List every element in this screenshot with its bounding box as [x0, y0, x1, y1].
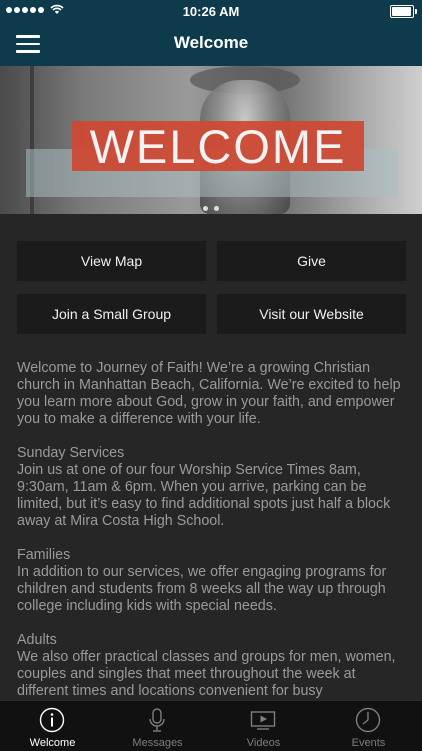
small-group-button[interactable]: Join a Small Group — [17, 294, 206, 334]
section-body: In addition to our services, we offer en… — [17, 564, 387, 614]
info-icon — [39, 707, 65, 733]
nav-bar: Welcome — [0, 22, 422, 66]
welcome-text: Welcome to Journey of Faith! We’re a gro… — [17, 360, 409, 700]
status-time: 10:26 AM — [182, 4, 240, 19]
hero-banner-image: WELCOME — [0, 66, 422, 214]
microphone-icon — [149, 708, 165, 732]
section-heading: Adults — [17, 632, 57, 648]
give-button[interactable]: Give — [217, 241, 406, 281]
hero-banner-text: WELCOME — [89, 120, 347, 173]
tab-videos[interactable]: Videos — [211, 701, 316, 751]
tab-label: Welcome — [29, 737, 76, 749]
section-heading: Families — [17, 547, 71, 563]
view-map-button[interactable]: View Map — [17, 241, 206, 281]
tab-label: Messages — [132, 737, 183, 749]
carousel-dots — [0, 198, 422, 214]
tab-label: Events — [351, 737, 386, 749]
tab-events[interactable]: Events — [316, 701, 421, 751]
section-families: Families In addition to our services, we… — [17, 547, 409, 615]
tab-label: Videos — [246, 737, 281, 749]
section-heading: Sunday Services — [17, 445, 125, 461]
visit-website-button[interactable]: Visit our Website — [217, 294, 406, 334]
section-sunday-services: Sunday Services Join us at one of our fo… — [17, 445, 409, 530]
tab-bar: Welcome Messages Videos Events — [0, 700, 422, 751]
battery-icon — [390, 5, 417, 18]
clock-icon — [355, 707, 381, 733]
section-adults: Adults We also offer practical classes a… — [17, 632, 409, 700]
status-bar: 10:26 AM — [0, 0, 422, 22]
section-body: Join us at one of our four Worship Servi… — [17, 462, 391, 529]
intro-paragraph: Welcome to Journey of Faith! We’re a gro… — [17, 360, 401, 427]
page-title: Welcome — [173, 33, 249, 52]
tab-welcome[interactable]: Welcome — [0, 701, 105, 751]
video-icon — [250, 711, 276, 730]
section-body: We also offer practical classes and grou… — [17, 649, 396, 699]
tab-messages[interactable]: Messages — [105, 701, 210, 751]
